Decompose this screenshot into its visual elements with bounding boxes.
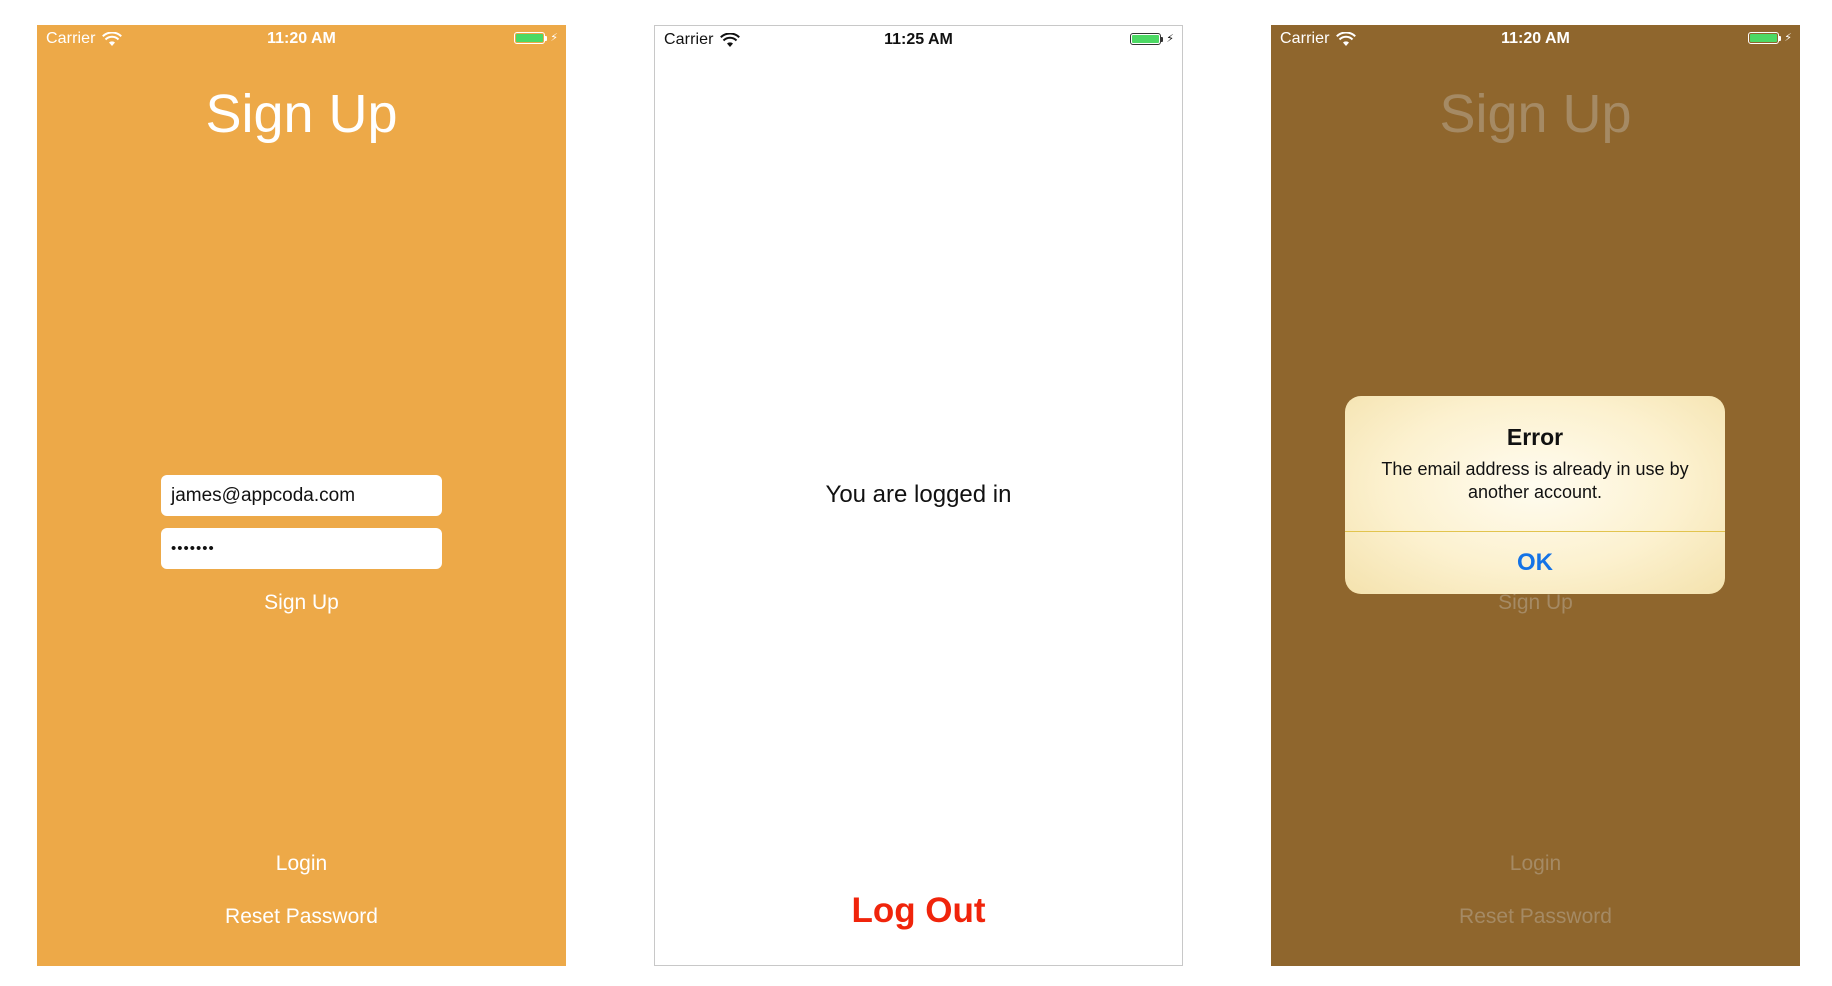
status-time: 11:25 AM (884, 31, 953, 48)
charging-bolt-icon: ⚡ (1166, 32, 1174, 45)
sign-up-button[interactable]: Sign Up (1271, 591, 1800, 615)
login-button[interactable]: Login (1271, 852, 1800, 876)
status-time: 11:20 AM (1501, 30, 1570, 47)
status-bar: Carrier 11:25 AM ⚡ (655, 26, 1182, 56)
page-title: Sign Up (205, 84, 398, 144)
log-out-button[interactable]: Log Out (655, 891, 1182, 931)
signup-screen: Carrier 11:20 AM ⚡ Sign Up james@appcoda… (37, 25, 566, 966)
battery-icon: ⚡ (1748, 32, 1792, 44)
status-bar: Carrier 11:20 AM ⚡ (37, 25, 566, 55)
battery-icon: ⚡ (1130, 33, 1174, 45)
logged-in-screen: Carrier 11:25 AM ⚡ You are logged in Log… (654, 25, 1183, 966)
charging-bolt-icon: ⚡ (1784, 31, 1792, 44)
page-title: Sign Up (1439, 84, 1632, 144)
status-time: 11:20 AM (267, 30, 336, 47)
login-button[interactable]: Login (37, 852, 566, 876)
error-alert: Error The email address is already in us… (1345, 396, 1725, 594)
charging-bolt-icon: ⚡ (550, 31, 558, 44)
email-field[interactable]: james@appcoda.com (161, 475, 442, 516)
logged-in-message: You are logged in (825, 481, 1012, 508)
reset-password-button[interactable]: Reset Password (1271, 905, 1800, 929)
alert-title: Error (1506, 424, 1564, 450)
alert-ok-button[interactable]: OK (1345, 531, 1725, 594)
status-bar: Carrier 11:20 AM ⚡ (1271, 25, 1800, 55)
alert-message: The email address is already in use by a… (1381, 459, 1689, 502)
sign-up-button[interactable]: Sign Up (37, 591, 566, 615)
battery-icon: ⚡ (514, 32, 558, 44)
signup-error-screen: Carrier 11:20 AM ⚡ Sign Up Sign Up Login… (1271, 25, 1800, 966)
reset-password-button[interactable]: Reset Password (37, 905, 566, 929)
password-field[interactable]: ••••••• (161, 528, 442, 569)
